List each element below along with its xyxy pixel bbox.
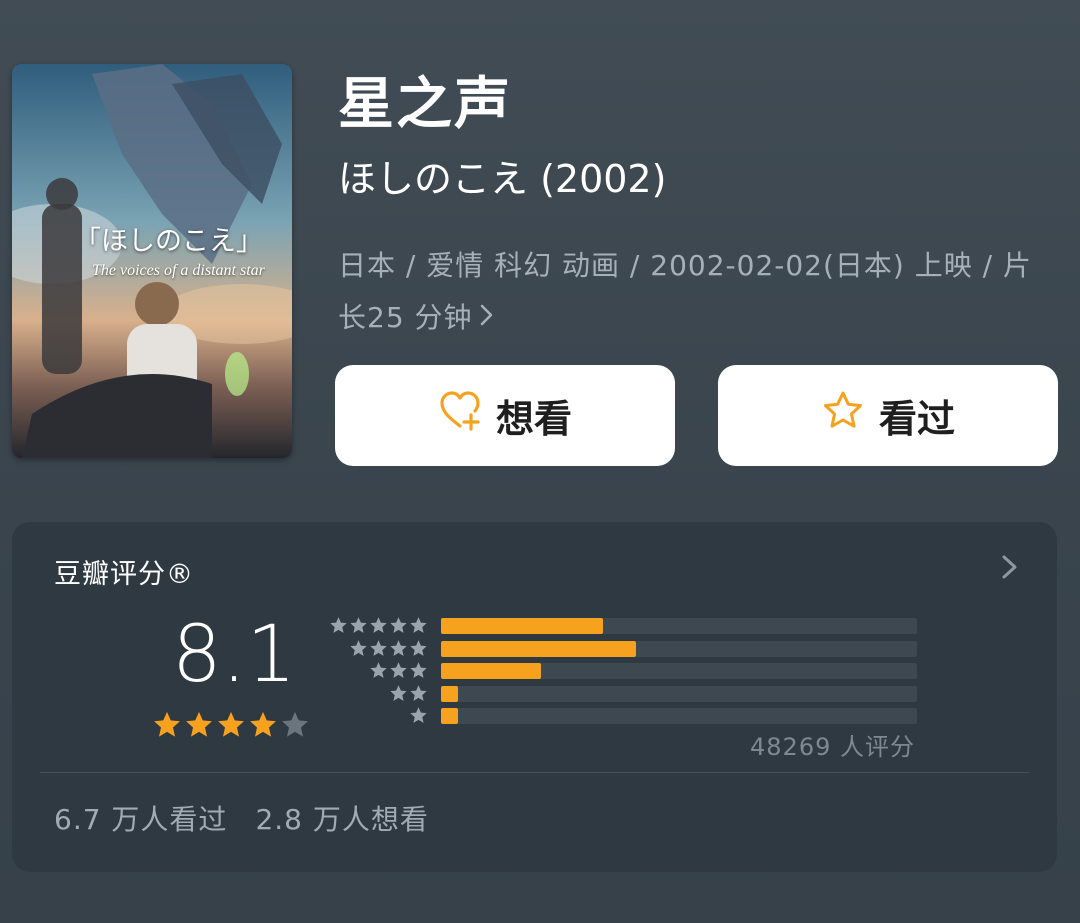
- score-stars: [152, 710, 310, 740]
- movie-meta-text: 日本 / 爱情 科幻 动画 / 2002-02-02(日本) 上映 / 片长25…: [338, 249, 1032, 334]
- star-icon: [370, 662, 387, 678]
- star-icon: [390, 684, 407, 701]
- distribution-bar-track: [441, 618, 917, 634]
- star-filled-icon: [186, 711, 212, 737]
- star-icon: [330, 617, 347, 633]
- distribution-stars: [369, 661, 428, 680]
- star-filled-icon: [218, 711, 244, 737]
- movie-title: 星之声: [338, 72, 512, 137]
- want-to-watch-button[interactable]: 想看: [335, 365, 675, 466]
- distribution-row-5-star: [330, 616, 930, 638]
- distribution-row-1-star: [330, 706, 930, 728]
- poster-title-text: 「ほしのこえ」: [74, 226, 263, 257]
- star-icon: [390, 662, 407, 678]
- star-icon: [410, 707, 427, 723]
- seen-count: 6.7 万人看过: [54, 803, 228, 836]
- want-count: 2.8 万人想看: [255, 803, 429, 836]
- heart-plus-icon: [438, 389, 482, 442]
- star-icon: [410, 662, 427, 678]
- star-icon: [370, 639, 387, 656]
- distribution-bar-track: [441, 663, 917, 679]
- star-icon: [390, 617, 407, 633]
- distribution-bar-track: [441, 708, 917, 724]
- distribution-row-3-star: [330, 661, 930, 683]
- audience-stats: 6.7 万人看过 2.8 万人想看: [54, 798, 429, 838]
- distribution-bar-fill: [441, 685, 458, 702]
- distribution-bar-fill: [441, 618, 603, 634]
- rating-count: 48269 人评分: [750, 733, 915, 761]
- seen-button-label: 看过: [878, 397, 955, 441]
- movie-meta-info[interactable]: 日本 / 爱情 科幻 动画 / 2002-02-02(日本) 上映 / 片长25…: [338, 240, 1058, 344]
- distribution-bar-fill: [441, 640, 637, 657]
- distribution-bar-track: [441, 685, 917, 702]
- star-filled-icon: [250, 711, 276, 737]
- star-icon: [350, 617, 367, 633]
- distribution-row-4-star: [330, 639, 930, 661]
- movie-original-title: ほしのこえ (2002): [338, 157, 667, 201]
- divider: [40, 772, 1029, 773]
- chevron-right-icon[interactable]: [999, 552, 1021, 582]
- distribution-bar-fill: [441, 663, 541, 679]
- star-empty-icon: [282, 711, 308, 737]
- distribution-row-2-star: [330, 684, 930, 706]
- distribution-bar-fill: [441, 708, 458, 724]
- distribution-stars: [409, 706, 428, 725]
- distribution-stars: [349, 639, 428, 658]
- rating-header: 豆瓣评分®: [54, 559, 194, 590]
- movie-poster[interactable]: 「ほしのこえ」 The voices of a distant star: [12, 64, 292, 458]
- chevron-right-icon: [479, 292, 495, 344]
- movie-detail-page: 「ほしのこえ」 The voices of a distant star 星之声…: [0, 0, 1080, 923]
- rating-card[interactable]: 豆瓣评分® 8.1 48269 人评分 6.7 万人看过 2.8 万人想看: [12, 522, 1057, 872]
- star-icon: [410, 684, 427, 701]
- star-outline-icon: [821, 389, 865, 442]
- star-icon: [410, 639, 427, 656]
- rating-score: 8.1: [172, 610, 297, 700]
- distribution-stars: [329, 616, 428, 635]
- poster-artwork: [12, 64, 292, 458]
- star-icon: [370, 617, 387, 633]
- poster-subtitle-text: The voices of a distant star: [92, 262, 265, 279]
- want-button-label: 想看: [495, 397, 572, 441]
- watched-button[interactable]: 看过: [718, 365, 1058, 466]
- star-icon: [350, 639, 367, 656]
- star-filled-icon: [154, 711, 180, 737]
- star-icon: [410, 617, 427, 633]
- distribution-bar-track: [441, 640, 917, 657]
- distribution-stars: [389, 684, 428, 703]
- star-icon: [390, 639, 407, 656]
